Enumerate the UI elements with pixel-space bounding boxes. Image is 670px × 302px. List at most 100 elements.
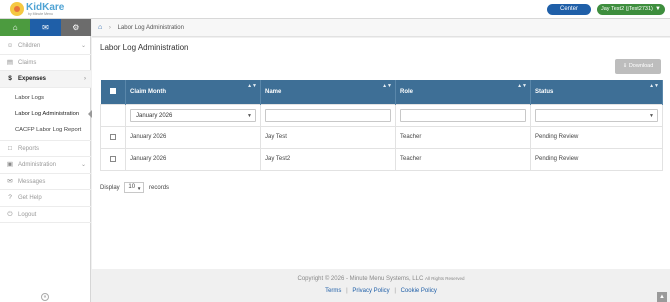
- page-title: Labor Log Administration: [100, 43, 189, 52]
- cell-name: Jay Test2: [260, 147, 396, 171]
- copyright-text: Copyright © 2026 - Minute Menu Systems, …: [297, 276, 424, 282]
- chevron-down-icon: ⌄: [80, 43, 86, 49]
- sort-icon: ▲▼: [382, 83, 392, 89]
- filter-row: January 2026 ▼ ▼: [100, 103, 663, 127]
- dollar-icon: $: [8, 75, 12, 82]
- report-icon: □: [8, 144, 12, 152]
- expenses-submenu: Labor Logs Labor Log Administration CACF…: [0, 88, 92, 141]
- row-checkbox[interactable]: [110, 155, 116, 162]
- status-filter-select[interactable]: ▼: [535, 108, 658, 122]
- name-filter-input[interactable]: [265, 108, 391, 122]
- column-header-label: Claim Month: [130, 88, 166, 95]
- claim-month-filter-select[interactable]: January 2026 ▼: [130, 108, 256, 122]
- breadcrumb-current: Labor Log Administration: [117, 25, 184, 31]
- sidebar-item-administration[interactable]: ▣ Administration ⌄: [0, 157, 91, 174]
- mail-icon[interactable]: ✉: [30, 19, 61, 36]
- row-select-cell: [100, 125, 126, 149]
- sidebar: ⌂ ✉ ⚙ ☺ Children ⌄ ▤ Claims $ Expenses ›…: [0, 19, 92, 302]
- download-label: Download: [628, 63, 654, 69]
- sidebar-item-label: Reports: [18, 145, 40, 152]
- column-header-status[interactable]: Status ▲▼: [530, 80, 663, 104]
- row-checkbox[interactable]: [110, 133, 116, 140]
- breadcrumb-separator: ›: [108, 25, 111, 31]
- records-label: records: [149, 185, 170, 192]
- envelope-icon: ✉: [7, 177, 13, 185]
- column-header-label: Role: [400, 88, 414, 95]
- main-area: ⌂ › Labor Log Administration Labor Log A…: [92, 19, 670, 302]
- link-separator: |: [394, 288, 396, 294]
- power-icon: ⏻: [7, 210, 13, 218]
- column-header-label: Name: [265, 88, 282, 95]
- top-bar: KidKare by Minute Menu Center Jay Test2 …: [0, 0, 670, 19]
- display-label: Display: [100, 185, 120, 192]
- breadcrumb: ⌂ › Labor Log Administration: [92, 19, 670, 37]
- center-button[interactable]: Center: [547, 4, 591, 15]
- user-menu-button[interactable]: Jay Test2 (jTest2731) ▼: [597, 4, 665, 15]
- caret-down-icon: ▼: [136, 186, 142, 191]
- sidebar-item-label: Children: [18, 43, 41, 49]
- cell-role: Teacher: [395, 147, 531, 171]
- collapse-sidebar-icon[interactable]: «: [41, 293, 49, 301]
- content-panel: Labor Log Administration ⇓ Download Clai…: [92, 38, 670, 286]
- select-all-checkbox[interactable]: [109, 88, 116, 95]
- sidebar-item-label: Logout: [18, 211, 37, 218]
- chevron-down-icon: ⌄: [80, 162, 86, 168]
- sidebar-item-claims[interactable]: ▤ Claims: [0, 55, 91, 71]
- page-size-control: Display 10 ▼ records: [100, 182, 169, 194]
- home-icon[interactable]: ⌂: [0, 19, 31, 36]
- caret-down-icon: ▼: [247, 112, 252, 119]
- filter-cell: [260, 103, 396, 127]
- sidebar-item-expenses[interactable]: $ Expenses ›: [0, 71, 91, 88]
- role-filter-input[interactable]: [400, 108, 526, 122]
- caret-down-icon: ▼: [649, 112, 654, 119]
- sidebar-quick-icons: ⌂ ✉ ⚙: [0, 19, 91, 36]
- labor-log-grid: Claim Month ▲▼ Name ▲▼ Role ▲▼ Status ▲▼ Jan…: [100, 80, 663, 171]
- sidebar-subitem-labor-logs[interactable]: Labor Logs: [0, 90, 91, 106]
- claims-icon: ▤: [6, 58, 14, 66]
- sidebar-item-messages[interactable]: ✉ Messages: [0, 174, 91, 190]
- sidebar-subitem-cacfp-labor-log-report[interactable]: CACFP Labor Log Report: [0, 122, 91, 138]
- child-icon: ☺: [6, 42, 14, 49]
- cell-status: Pending Review: [530, 125, 663, 149]
- table-row[interactable]: January 2026 Jay Test Teacher Pending Re…: [100, 125, 663, 149]
- column-header-name[interactable]: Name ▲▼: [260, 80, 396, 104]
- filter-cell: [395, 103, 531, 127]
- help-icon: ?: [8, 194, 12, 201]
- column-header-role[interactable]: Role ▲▼: [395, 80, 531, 104]
- column-header-claim-month[interactable]: Claim Month ▲▼: [125, 80, 261, 104]
- filter-cell-empty: [100, 103, 126, 127]
- download-button[interactable]: ⇓ Download: [615, 59, 661, 74]
- sidebar-item-label: Administration: [18, 162, 57, 168]
- sidebar-item-get-help[interactable]: ? Get Help: [0, 190, 91, 207]
- cell-name: Jay Test: [260, 125, 396, 149]
- cell-claim-month: January 2026: [125, 147, 261, 171]
- cookie-policy-link[interactable]: Cookie Policy: [401, 288, 437, 294]
- page-size-value: 10: [128, 184, 136, 190]
- sidebar-item-label: Get Help: [18, 195, 42, 201]
- privacy-policy-link[interactable]: Privacy Policy: [352, 288, 389, 294]
- home-icon[interactable]: ⌂: [98, 24, 102, 31]
- sidebar-item-logout[interactable]: ⏻ Logout: [0, 207, 91, 223]
- chevron-right-icon: ›: [84, 76, 86, 82]
- settings-icon[interactable]: ⚙: [60, 19, 91, 36]
- column-header-label: Status: [535, 88, 554, 95]
- cell-role: Teacher: [395, 125, 531, 149]
- cell-status: Pending Review: [530, 147, 663, 171]
- link-separator: |: [346, 288, 348, 294]
- cell-claim-month: January 2026: [125, 125, 261, 149]
- sort-icon: ▲▼: [247, 83, 257, 89]
- page-size-select[interactable]: 10 ▼: [124, 182, 145, 193]
- sidebar-item-reports[interactable]: □ Reports: [0, 141, 91, 157]
- table-row[interactable]: January 2026 Jay Test2 Teacher Pending R…: [100, 147, 663, 171]
- sidebar-subitem-labor-log-administration[interactable]: Labor Log Administration: [0, 106, 92, 122]
- kidkare-logo[interactable]: KidKare by Minute Menu: [6, 1, 90, 18]
- sidebar-item-children[interactable]: ☺ Children ⌄: [0, 38, 91, 55]
- terms-link[interactable]: Terms: [325, 288, 341, 294]
- sidebar-item-label: Claims: [18, 59, 37, 66]
- sort-icon: ▲▼: [649, 83, 659, 89]
- scroll-to-top-icon[interactable]: ▲: [657, 292, 667, 302]
- filter-cell: ▼: [530, 103, 663, 127]
- rights-text: All Rights Reserved: [424, 276, 465, 281]
- footer: Copyright © 2026 - Minute Menu Systems, …: [92, 269, 670, 302]
- claim-month-filter-value: January 2026: [136, 112, 173, 119]
